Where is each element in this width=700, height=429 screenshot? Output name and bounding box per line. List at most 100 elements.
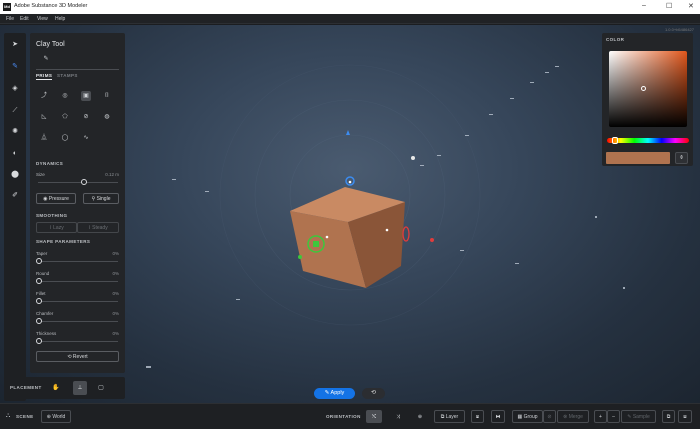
- fillet-slider-knob[interactable]: [36, 298, 42, 304]
- color-saturation-picker[interactable]: [609, 51, 687, 127]
- fillet-value: 0%: [112, 291, 119, 296]
- blob-icon[interactable]: ✐: [9, 190, 21, 202]
- chamfer-value: 0%: [112, 311, 119, 316]
- maximize-icon[interactable]: ☐: [666, 2, 672, 10]
- size-slider-track[interactable]: [38, 182, 118, 183]
- close-icon[interactable]: ✕: [688, 2, 694, 10]
- stamp-icon[interactable]: ✺: [9, 126, 21, 138]
- prim-cube-icon[interactable]: ▣: [81, 91, 91, 101]
- placement-label: PLACEMENT: [10, 385, 42, 390]
- tab-stamps[interactable]: STAMPS: [57, 73, 78, 78]
- clay-tool-panel: Clay Tool ✎ PRIMS STAMPS ⤴ ◎ ▣ ⌷ ◺ ⬠ ⊘ ◍…: [30, 33, 125, 373]
- prim-cylinder-icon[interactable]: ⌷: [102, 91, 112, 101]
- taper-slider-knob[interactable]: [36, 258, 42, 264]
- scene-label: SCENE: [16, 414, 34, 419]
- chamfer-slider-track[interactable]: [38, 321, 118, 322]
- menu-view[interactable]: View: [37, 16, 48, 22]
- app-logo: Md: [3, 3, 11, 11]
- thickness-slider-knob[interactable]: [36, 338, 42, 344]
- pressure-button[interactable]: ◉ Pressure: [36, 193, 76, 204]
- prim-triangle-icon[interactable]: ⏅: [39, 133, 49, 143]
- title-bar: Md Adobe Substance 3D Modeler – ☐ ✕: [0, 0, 700, 14]
- frame-icon[interactable]: ⧉: [662, 410, 675, 423]
- prim-wave-icon[interactable]: ∿: [81, 133, 91, 143]
- world-label: World: [52, 414, 66, 420]
- prim-sphere-icon[interactable]: ◎: [60, 91, 70, 101]
- view-options-icon[interactable]: ⧈: [678, 410, 692, 423]
- chamfer-label: Chamfer: [36, 311, 54, 316]
- hue-slider-handle[interactable]: [612, 137, 618, 144]
- single-label: Single: [96, 196, 111, 202]
- lazy-button[interactable]: ⌇ Lazy: [36, 222, 77, 233]
- paint-icon[interactable]: ⬤: [9, 169, 21, 181]
- orientation-axis-icon[interactable]: ⤨: [390, 410, 406, 423]
- layer-button[interactable]: ⧉ Layer: [434, 410, 465, 423]
- round-value: 0%: [112, 271, 119, 276]
- layer-label: Layer: [445, 414, 459, 420]
- erase-icon[interactable]: ◈: [9, 83, 21, 95]
- sample-button[interactable]: ✎ Sample: [621, 410, 656, 423]
- sample-label: Sample: [632, 414, 650, 420]
- taper-slider-track[interactable]: [38, 261, 118, 262]
- prim-gem-icon[interactable]: ⬠: [60, 112, 70, 122]
- prim-bend-icon[interactable]: ⤴: [39, 91, 49, 101]
- group-button[interactable]: ▦ Group: [512, 410, 543, 423]
- round-label: Round: [36, 271, 50, 276]
- size-value: 0.12 m: [105, 172, 119, 177]
- panel-title: Clay Tool: [36, 41, 65, 48]
- mirror-icon[interactable]: ⧓: [491, 410, 505, 423]
- taper-value: 0%: [112, 251, 119, 256]
- size-label: Size: [36, 172, 45, 177]
- bottom-bar: ⛬ SCENE ⊕ World ORIENTATION ⤭ ⤨ ⊕ ⧉ Laye…: [0, 403, 700, 429]
- smooth-icon[interactable]: ⟋: [9, 105, 21, 117]
- duplicate-icon[interactable]: ⧈: [471, 410, 484, 423]
- scene-icon: ⛬: [6, 413, 11, 419]
- chamfer-slider-knob[interactable]: [36, 318, 42, 324]
- clay-brush-icon[interactable]: ✎: [9, 61, 21, 73]
- size-slider-knob[interactable]: [81, 179, 88, 185]
- hue-slider[interactable]: [607, 138, 689, 143]
- menu-edit[interactable]: Edit: [20, 16, 29, 22]
- pressure-label: Pressure: [48, 196, 69, 202]
- shape-parameters-heading: SHAPE PARAMETERS: [36, 239, 91, 244]
- move-icon[interactable]: ◐: [9, 148, 21, 160]
- color-picker-handle[interactable]: [641, 86, 646, 91]
- single-button[interactable]: ⚲ Single: [83, 193, 119, 204]
- thickness-value: 0%: [112, 331, 119, 336]
- revert-button[interactable]: ⟲ Revert: [36, 351, 119, 362]
- prim-egg-icon[interactable]: ◍: [102, 112, 112, 122]
- round-slider-knob[interactable]: [36, 278, 42, 284]
- round-slider-track[interactable]: [38, 281, 118, 282]
- color-panel: COLOR ⌽: [602, 33, 693, 166]
- prim-cone-icon[interactable]: ◺: [39, 112, 49, 122]
- menu-help[interactable]: Help: [55, 16, 65, 22]
- revert-label: Revert: [72, 354, 88, 360]
- surface-placement-icon[interactable]: ⟂: [73, 381, 87, 395]
- world-button[interactable]: ⊕ World: [41, 410, 71, 423]
- subtract-icon[interactable]: –: [607, 410, 620, 423]
- ungroup-icon[interactable]: ⊘: [543, 410, 556, 423]
- volume-placement-icon[interactable]: ▢: [96, 383, 106, 393]
- minimize-icon[interactable]: –: [642, 2, 646, 9]
- thickness-slider-track[interactable]: [38, 341, 118, 342]
- clay-brush-icon: ✎: [43, 56, 49, 62]
- group-label: Group: [523, 414, 538, 420]
- prim-capsule-icon[interactable]: ⊘: [81, 112, 91, 122]
- undo-button[interactable]: ⟲: [362, 388, 385, 399]
- apply-button[interactable]: ✎ Apply: [314, 388, 355, 399]
- fillet-slider-track[interactable]: [38, 301, 118, 302]
- hand-icon[interactable]: ✋: [51, 383, 61, 393]
- steady-button[interactable]: ⌇ Steady: [77, 222, 119, 233]
- current-color-swatch: [606, 152, 670, 164]
- menu-file[interactable]: File: [6, 16, 14, 22]
- prim-torus-icon[interactable]: ◯: [60, 133, 70, 143]
- thickness-label: Thickness: [36, 331, 57, 336]
- taper-label: Taper: [36, 251, 48, 256]
- merge-button[interactable]: ⊗ Merge: [557, 410, 589, 423]
- orientation-local-icon[interactable]: ⤭: [366, 410, 382, 423]
- add-icon[interactable]: +: [594, 410, 607, 423]
- tab-prims[interactable]: PRIMS: [36, 73, 52, 78]
- orientation-world-icon[interactable]: ⊕: [412, 410, 428, 423]
- select-icon[interactable]: ➤: [9, 39, 21, 51]
- eyedropper-icon[interactable]: ⌽: [675, 152, 688, 164]
